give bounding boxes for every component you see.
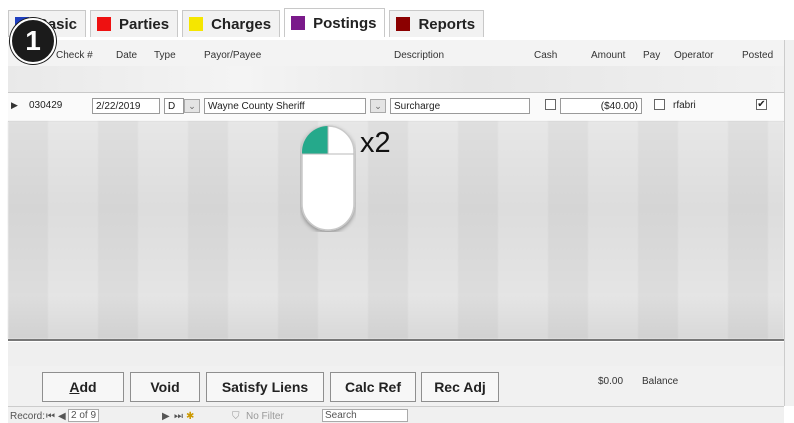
check-number[interactable]: 030429 — [26, 98, 88, 114]
add-button-hotkey: A — [69, 379, 80, 395]
calc-ref-button[interactable]: Calc Ref — [330, 372, 416, 402]
rec-adj-button[interactable]: Rec Adj — [421, 372, 499, 402]
type-dropdown-icon[interactable]: ⌄ — [184, 99, 200, 113]
column-check[interactable]: Check # — [56, 50, 93, 61]
column-date[interactable]: Date — [116, 50, 137, 61]
tab-charges-label: Charges — [211, 15, 272, 33]
tab-strip: Basic Parties Charges Postings Reports — [8, 8, 485, 38]
void-button[interactable]: Void — [130, 372, 200, 402]
column-payor[interactable]: Payor/Payee — [204, 50, 261, 61]
table-row[interactable]: ▶ 030429 2/22/2019 D ⌄ Wayne County Sher… — [8, 92, 784, 122]
step-number-badge: 1 — [10, 18, 56, 64]
tab-postings-label: Postings — [313, 14, 377, 32]
description-field[interactable]: Surcharge — [390, 98, 530, 114]
divider — [8, 339, 784, 341]
tab-reports-label: Reports — [418, 15, 476, 33]
column-description[interactable]: Description — [394, 50, 444, 61]
cash-checkbox[interactable] — [545, 99, 556, 110]
column-amount[interactable]: Amount — [591, 50, 625, 61]
tab-parties-label: Parties — [119, 15, 170, 33]
payor-dropdown-icon[interactable]: ⌄ — [370, 99, 386, 113]
postings-color-icon — [291, 16, 306, 30]
add-button[interactable]: Add — [42, 372, 124, 402]
payor-field[interactable]: Wayne County Sheriff — [204, 98, 366, 114]
reports-color-icon — [396, 17, 411, 31]
double-click-indicator: x2 — [360, 127, 391, 159]
tab-parties[interactable]: Parties — [90, 10, 179, 37]
mouse-icon — [301, 125, 355, 231]
satisfy-liens-button[interactable]: Satisfy Liens — [206, 372, 324, 402]
next-record-icon[interactable]: ▶ — [162, 411, 170, 422]
tab-charges[interactable]: Charges — [182, 10, 281, 37]
record-position[interactable]: 2 of 9 — [68, 409, 100, 422]
balance-label: Balance — [642, 376, 679, 387]
type-field[interactable]: D — [164, 98, 184, 114]
first-record-icon[interactable]: ⏮ — [46, 411, 55, 422]
parties-color-icon — [97, 17, 112, 31]
column-cash[interactable]: Cash — [534, 50, 557, 61]
tab-reports[interactable]: Reports — [389, 10, 485, 37]
date-field[interactable]: 2/22/2019 — [92, 98, 160, 114]
amount-field[interactable]: ($40.00) — [560, 98, 642, 114]
record-navigation: Record: ⏮ ◀ 2 of 9 ▶ ⏭ ✱ ⛉ No Filter Sea… — [8, 406, 784, 423]
balance-value: $0.00 — [598, 376, 624, 387]
posted-checkbox[interactable]: ✔ — [756, 99, 767, 110]
tab-postings[interactable]: Postings — [284, 8, 386, 37]
column-pay[interactable]: Pay — [643, 50, 660, 61]
record-label: Record: — [10, 411, 46, 422]
record-selector-icon[interactable]: ▶ — [11, 100, 18, 111]
blurred-row — [8, 66, 784, 92]
pay-checkbox[interactable] — [654, 99, 665, 110]
last-record-icon[interactable]: ⏭ — [174, 411, 183, 422]
vertical-scrollbar[interactable] — [784, 40, 794, 406]
search-input[interactable]: Search — [322, 409, 408, 422]
filter-icon: ⛉ — [232, 411, 240, 422]
blurred-records-area — [8, 121, 784, 339]
operator-field: rfabri — [673, 100, 696, 111]
column-posted[interactable]: Posted — [742, 50, 773, 61]
column-header-row: Check # Date Type Payor/Payee Descriptio… — [8, 40, 784, 67]
new-record-icon[interactable]: ✱ — [186, 411, 194, 422]
charges-color-icon — [189, 17, 204, 31]
blurred-summary-row — [8, 342, 784, 367]
add-button-label: dd — [79, 379, 97, 395]
column-type[interactable]: Type — [154, 50, 176, 61]
column-operator[interactable]: Operator — [674, 50, 713, 61]
previous-record-icon[interactable]: ◀ — [58, 411, 66, 422]
filter-status[interactable]: No Filter — [246, 411, 284, 422]
